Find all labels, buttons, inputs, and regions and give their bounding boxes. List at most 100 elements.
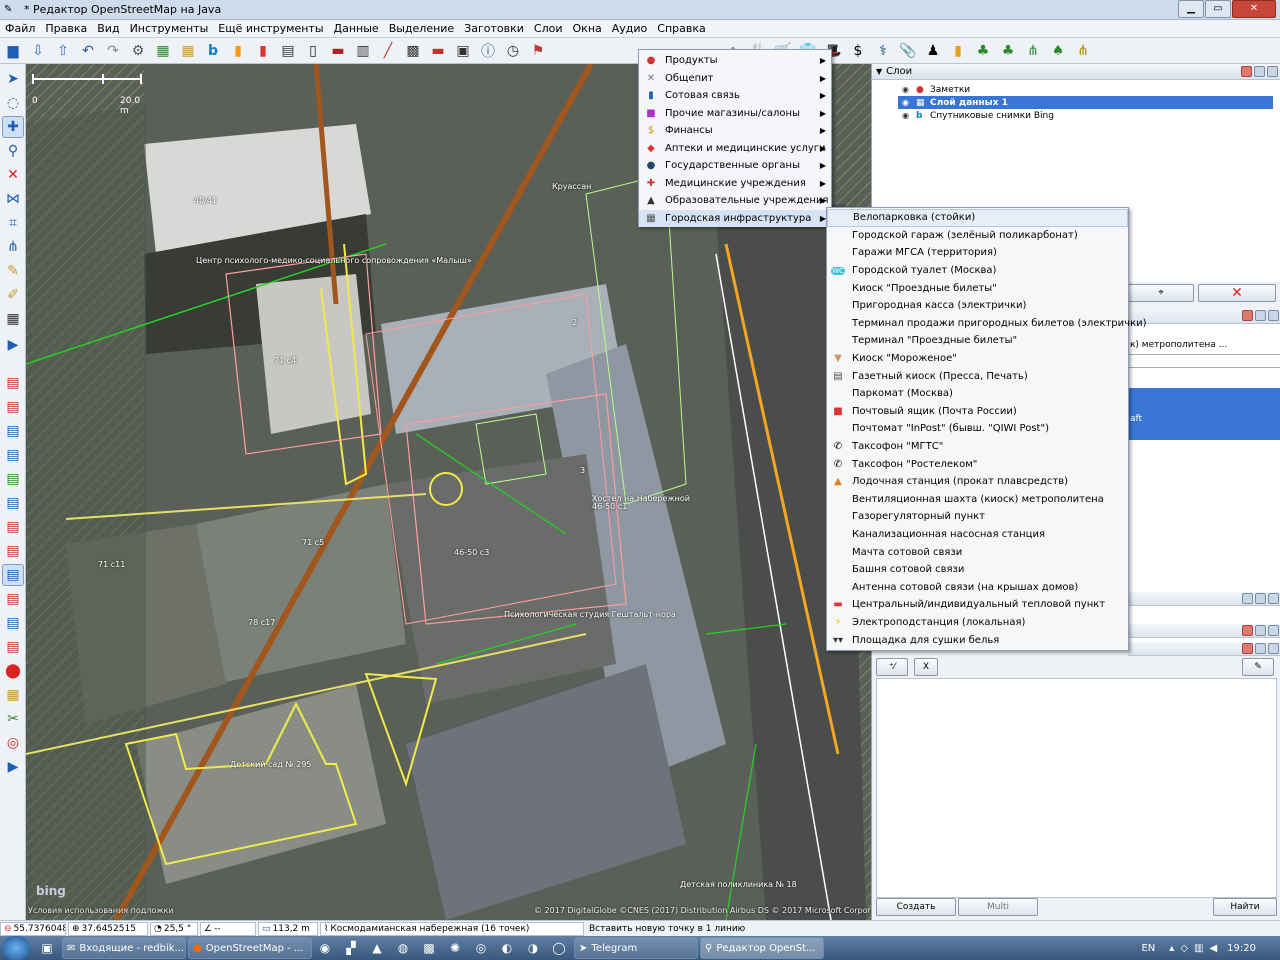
layer-item-bing[interactable]: ◉ b Спутниковые снимки Bing [902, 109, 1054, 122]
submenu-item[interactable]: Пригородная касса (электрички) [827, 297, 1128, 315]
submenu-item[interactable]: ▤ Газетный киоск (Пресса, Печать) [827, 367, 1128, 385]
brush-icon[interactable]: ✐ [2, 284, 24, 306]
submenu-item[interactable]: Антенна сотовой связи (на крышах домов) [827, 579, 1128, 597]
expand-icon[interactable]: ▶ [2, 334, 24, 356]
dollar-icon[interactable]: $ [847, 40, 869, 62]
panel-toggle-13-icon[interactable]: ▦ [2, 684, 24, 706]
multi-button[interactable]: Multi [958, 898, 1038, 916]
draw-tool-icon[interactable]: ✚ [2, 116, 24, 138]
opera-icon[interactable]: ◯ [548, 937, 570, 959]
nero-icon[interactable]: ◐ [496, 937, 518, 959]
relation-list[interactable] [876, 678, 1277, 898]
menu-more-tools[interactable]: Ещё инструменты [213, 22, 328, 35]
panel-toggle-11-icon[interactable]: ▤ [2, 612, 24, 634]
select-tool-icon[interactable]: ➤ [2, 68, 24, 90]
delete-tool-icon[interactable]: ✕ [2, 164, 24, 186]
person-icon[interactable]: ♟ [922, 40, 944, 62]
panel-close-icon[interactable] [1242, 310, 1253, 321]
minimize-button[interactable]: ▁ [1178, 0, 1204, 18]
menu-view[interactable]: Вид [92, 22, 124, 35]
panel-close-icon[interactable] [1242, 625, 1253, 636]
forest-icon[interactable]: ♣ [997, 40, 1019, 62]
panel-toggle-6-icon[interactable]: ▤ [2, 492, 24, 514]
submenu-item[interactable]: ■ Почтовый ящик (Почта России) [827, 403, 1128, 421]
menu-item-cellular[interactable]: ▮ Сотовая связь ▶ [639, 87, 831, 104]
visibility-icon[interactable]: ◉ [902, 98, 912, 107]
vlc-icon[interactable]: ▲ [366, 937, 388, 959]
clock[interactable]: 19:20 [1227, 943, 1256, 954]
create-relation-button[interactable]: Создать [876, 898, 956, 916]
download-icon[interactable]: ⇩ [27, 40, 49, 62]
panel-minimize-icon[interactable] [1268, 643, 1279, 654]
menu-windows[interactable]: Окна [568, 22, 607, 35]
panel-toggle-14-icon[interactable]: ✂ [2, 708, 24, 730]
submenu-item[interactable]: ⚡ Электроподстанция (локальная) [827, 614, 1128, 632]
imagery-terms-link[interactable]: Условия использования подложки [28, 906, 174, 915]
explorer-icon[interactable]: ▣ [36, 937, 58, 959]
submenu-item[interactable]: Терминал "Проездные билеты" [827, 332, 1128, 350]
taskbar-app-josm[interactable]: ⚲ Редактор OpenSt... [700, 937, 824, 959]
menu-file[interactable]: Файл [0, 22, 40, 35]
submenu-item[interactable]: ▾▾ Площадка для сушки белья [827, 631, 1128, 649]
tags-search-field[interactable] [1128, 354, 1280, 368]
start-button[interactable] [2, 936, 30, 960]
menu-audio[interactable]: Аудио [607, 22, 653, 35]
collapse-icon[interactable]: ▼ [876, 67, 882, 76]
tree-icon[interactable]: ♣ [972, 40, 994, 62]
submenu-item[interactable]: ✆ Таксофон "МГТС" [827, 438, 1128, 456]
network-icon[interactable]: ▥ [1194, 943, 1203, 954]
submenu-item[interactable]: Терминал продажи пригородных билетов (эл… [827, 315, 1147, 333]
marker-icon[interactable]: ▮ [227, 40, 249, 62]
panel-detach-icon[interactable] [1254, 66, 1265, 77]
panel-toggle-12-icon[interactable]: ▤ [2, 636, 24, 658]
panel-detach-icon[interactable] [1255, 310, 1266, 321]
menu-item-other-shops[interactable]: ■ Прочие магазины/салоны ▶ [639, 105, 831, 122]
panel-detach-icon[interactable] [1255, 643, 1266, 654]
chrome-icon[interactable]: ◉ [314, 937, 336, 959]
panel-detach-icon[interactable] [1255, 625, 1266, 636]
taskbar-app-browser[interactable]: ● OpenStreetMap - ... [188, 937, 312, 959]
visibility-icon[interactable]: ◉ [902, 111, 912, 120]
menu-presets[interactable]: Заготовки [459, 22, 529, 35]
menu-tools[interactable]: Инструменты [125, 22, 214, 35]
submenu-item[interactable]: ▼ Киоск "Мороженое" [827, 350, 1128, 368]
wall-icon[interactable]: ▬ [327, 40, 349, 62]
submenu-item[interactable]: ▲ Лодочная станция (прокат плавсредств) [827, 473, 1128, 491]
panel-toggle-8-icon[interactable]: ▤ [2, 540, 24, 562]
flag-icon[interactable]: ⚑ [527, 40, 549, 62]
close-button[interactable]: ✕ [1232, 0, 1276, 18]
panel-minimize-icon[interactable] [1268, 593, 1279, 604]
panel-toggle-10-icon[interactable]: ▤ [2, 588, 24, 610]
menu-item-education[interactable]: ▲ Образовательные учреждения ▶ [639, 192, 831, 209]
merge-layer-button[interactable]: ⌖ [1128, 284, 1194, 302]
poi-icon[interactable]: ⚕ [872, 40, 894, 62]
menu-item-city-infrastructure[interactable]: ▦ Городская инфраструктура ▶ [639, 209, 831, 227]
upload-icon[interactable]: ⇧ [52, 40, 74, 62]
submenu-item[interactable]: Гаражи МГСА (территория) [827, 244, 1128, 262]
wood-icon[interactable]: ♠ [1047, 40, 1069, 62]
barrier-icon[interactable]: ╱ [377, 40, 399, 62]
panel-minimize-icon[interactable] [1268, 625, 1279, 636]
panel-settings-icon[interactable] [1242, 593, 1253, 604]
find-button[interactable]: Найти [1213, 898, 1277, 916]
panel-toggle-9-icon[interactable]: ▤ [2, 564, 24, 586]
submenu-item[interactable]: Мачта сотовой связи [827, 543, 1128, 561]
parallel-icon[interactable]: ⋈ [2, 188, 24, 210]
media-icon[interactable]: ◑ [522, 937, 544, 959]
panel-minimize-icon[interactable] [1267, 66, 1278, 77]
taskbar-app-telegram[interactable]: ➤ Telegram [574, 937, 698, 959]
menu-edit[interactable]: Правка [40, 22, 92, 35]
submenu-item[interactable]: ✆ Таксофон "Ростелеком" [827, 455, 1128, 473]
menu-item-catering[interactable]: ✕ Общепит ▶ [639, 70, 831, 87]
panel-toggle-2-icon[interactable]: ▤ [2, 396, 24, 418]
grass-icon[interactable]: ⋔ [1022, 40, 1044, 62]
tray-expand-icon[interactable]: ▴ [1169, 943, 1174, 954]
improve-way-icon[interactable]: ⌗ [2, 212, 24, 234]
dropbox-icon[interactable]: ◇ [1180, 943, 1188, 954]
skype-icon[interactable]: ◍ [392, 937, 414, 959]
filezilla-icon[interactable]: ▞ [340, 937, 362, 959]
pencil-icon[interactable]: ✎ [2, 260, 24, 282]
clock-icon[interactable]: ◷ [502, 40, 524, 62]
tags-selected-row[interactable]: aft [1128, 388, 1280, 440]
menu-item-government[interactable]: ● Государственные органы ▶ [639, 157, 831, 174]
